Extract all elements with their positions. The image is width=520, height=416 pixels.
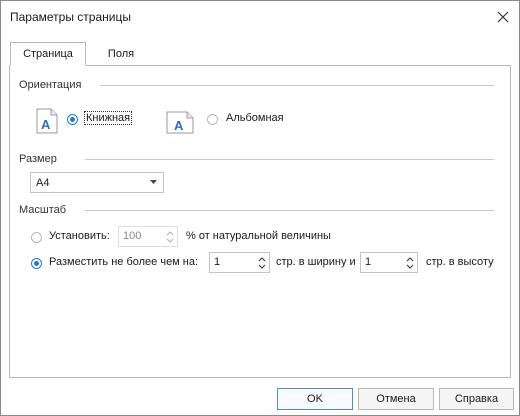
landscape-radio[interactable] [207, 114, 218, 125]
portrait-radio[interactable] [67, 114, 78, 125]
paper-size-select[interactable]: A4 [30, 172, 164, 193]
scale-fit-label[interactable]: Разместить не более чем на: [49, 256, 198, 268]
tab-margins[interactable]: Поля [86, 42, 156, 66]
size-group-label: Размер [19, 153, 57, 165]
tab-margins-label: Поля [107, 48, 135, 60]
fit-height-suffix: стр. в высоту [426, 256, 494, 268]
cancel-button[interactable]: Отмена [358, 388, 434, 410]
scale-divider [85, 210, 494, 211]
tab-page-label: Страница [23, 48, 73, 60]
orientation-divider [100, 85, 494, 86]
spin-arrows-icon[interactable] [257, 255, 267, 271]
ok-button-label: OK [307, 393, 323, 405]
portrait-icon-letter: A [41, 117, 51, 132]
ok-button[interactable]: OK [277, 388, 353, 410]
fit-width-stepper[interactable] [209, 252, 270, 273]
title-bar: Параметры страницы [1, 1, 519, 33]
cancel-button-label: Отмена [376, 393, 416, 405]
paper-size-value: A4 [36, 177, 50, 189]
scale-group-label: Масштаб [19, 204, 67, 216]
close-icon [497, 11, 509, 23]
landscape-page-icon: A [166, 111, 194, 134]
fit-width-input[interactable] [214, 256, 244, 268]
help-button[interactable]: Справка [439, 388, 514, 410]
chevron-down-icon [150, 180, 157, 184]
scale-percent-input[interactable] [123, 230, 153, 242]
scale-set-label[interactable]: Установить: [49, 230, 110, 242]
orientation-group-label: Ориентация [19, 79, 82, 91]
fit-height-stepper[interactable] [360, 252, 418, 273]
spin-arrows-icon[interactable] [165, 229, 175, 245]
spin-arrows-icon[interactable] [405, 255, 415, 271]
fit-width-suffix: стр. в ширину и [276, 256, 356, 268]
close-button[interactable] [491, 5, 515, 29]
scale-percent-suffix: % от натуральной величины [186, 230, 331, 242]
landscape-label[interactable]: Альбомная [226, 112, 284, 124]
dialog-title: Параметры страницы [10, 10, 131, 24]
help-button-label: Справка [454, 393, 499, 405]
portrait-page-icon: A [36, 108, 58, 134]
tab-panel-page: Ориентация A Книжная A Альбомная Размер … [9, 65, 511, 378]
fit-height-input[interactable] [365, 256, 395, 268]
landscape-icon-letter: A [174, 118, 184, 133]
scale-percent-stepper[interactable] [118, 226, 178, 247]
portrait-label[interactable]: Книжная [83, 111, 133, 125]
tab-page[interactable]: Страница [10, 42, 86, 66]
size-divider [85, 159, 494, 160]
scale-set-radio[interactable] [31, 232, 42, 243]
scale-fit-radio[interactable] [31, 258, 42, 269]
page-setup-dialog: Параметры страницы Страница Поля Ориента… [0, 0, 520, 416]
